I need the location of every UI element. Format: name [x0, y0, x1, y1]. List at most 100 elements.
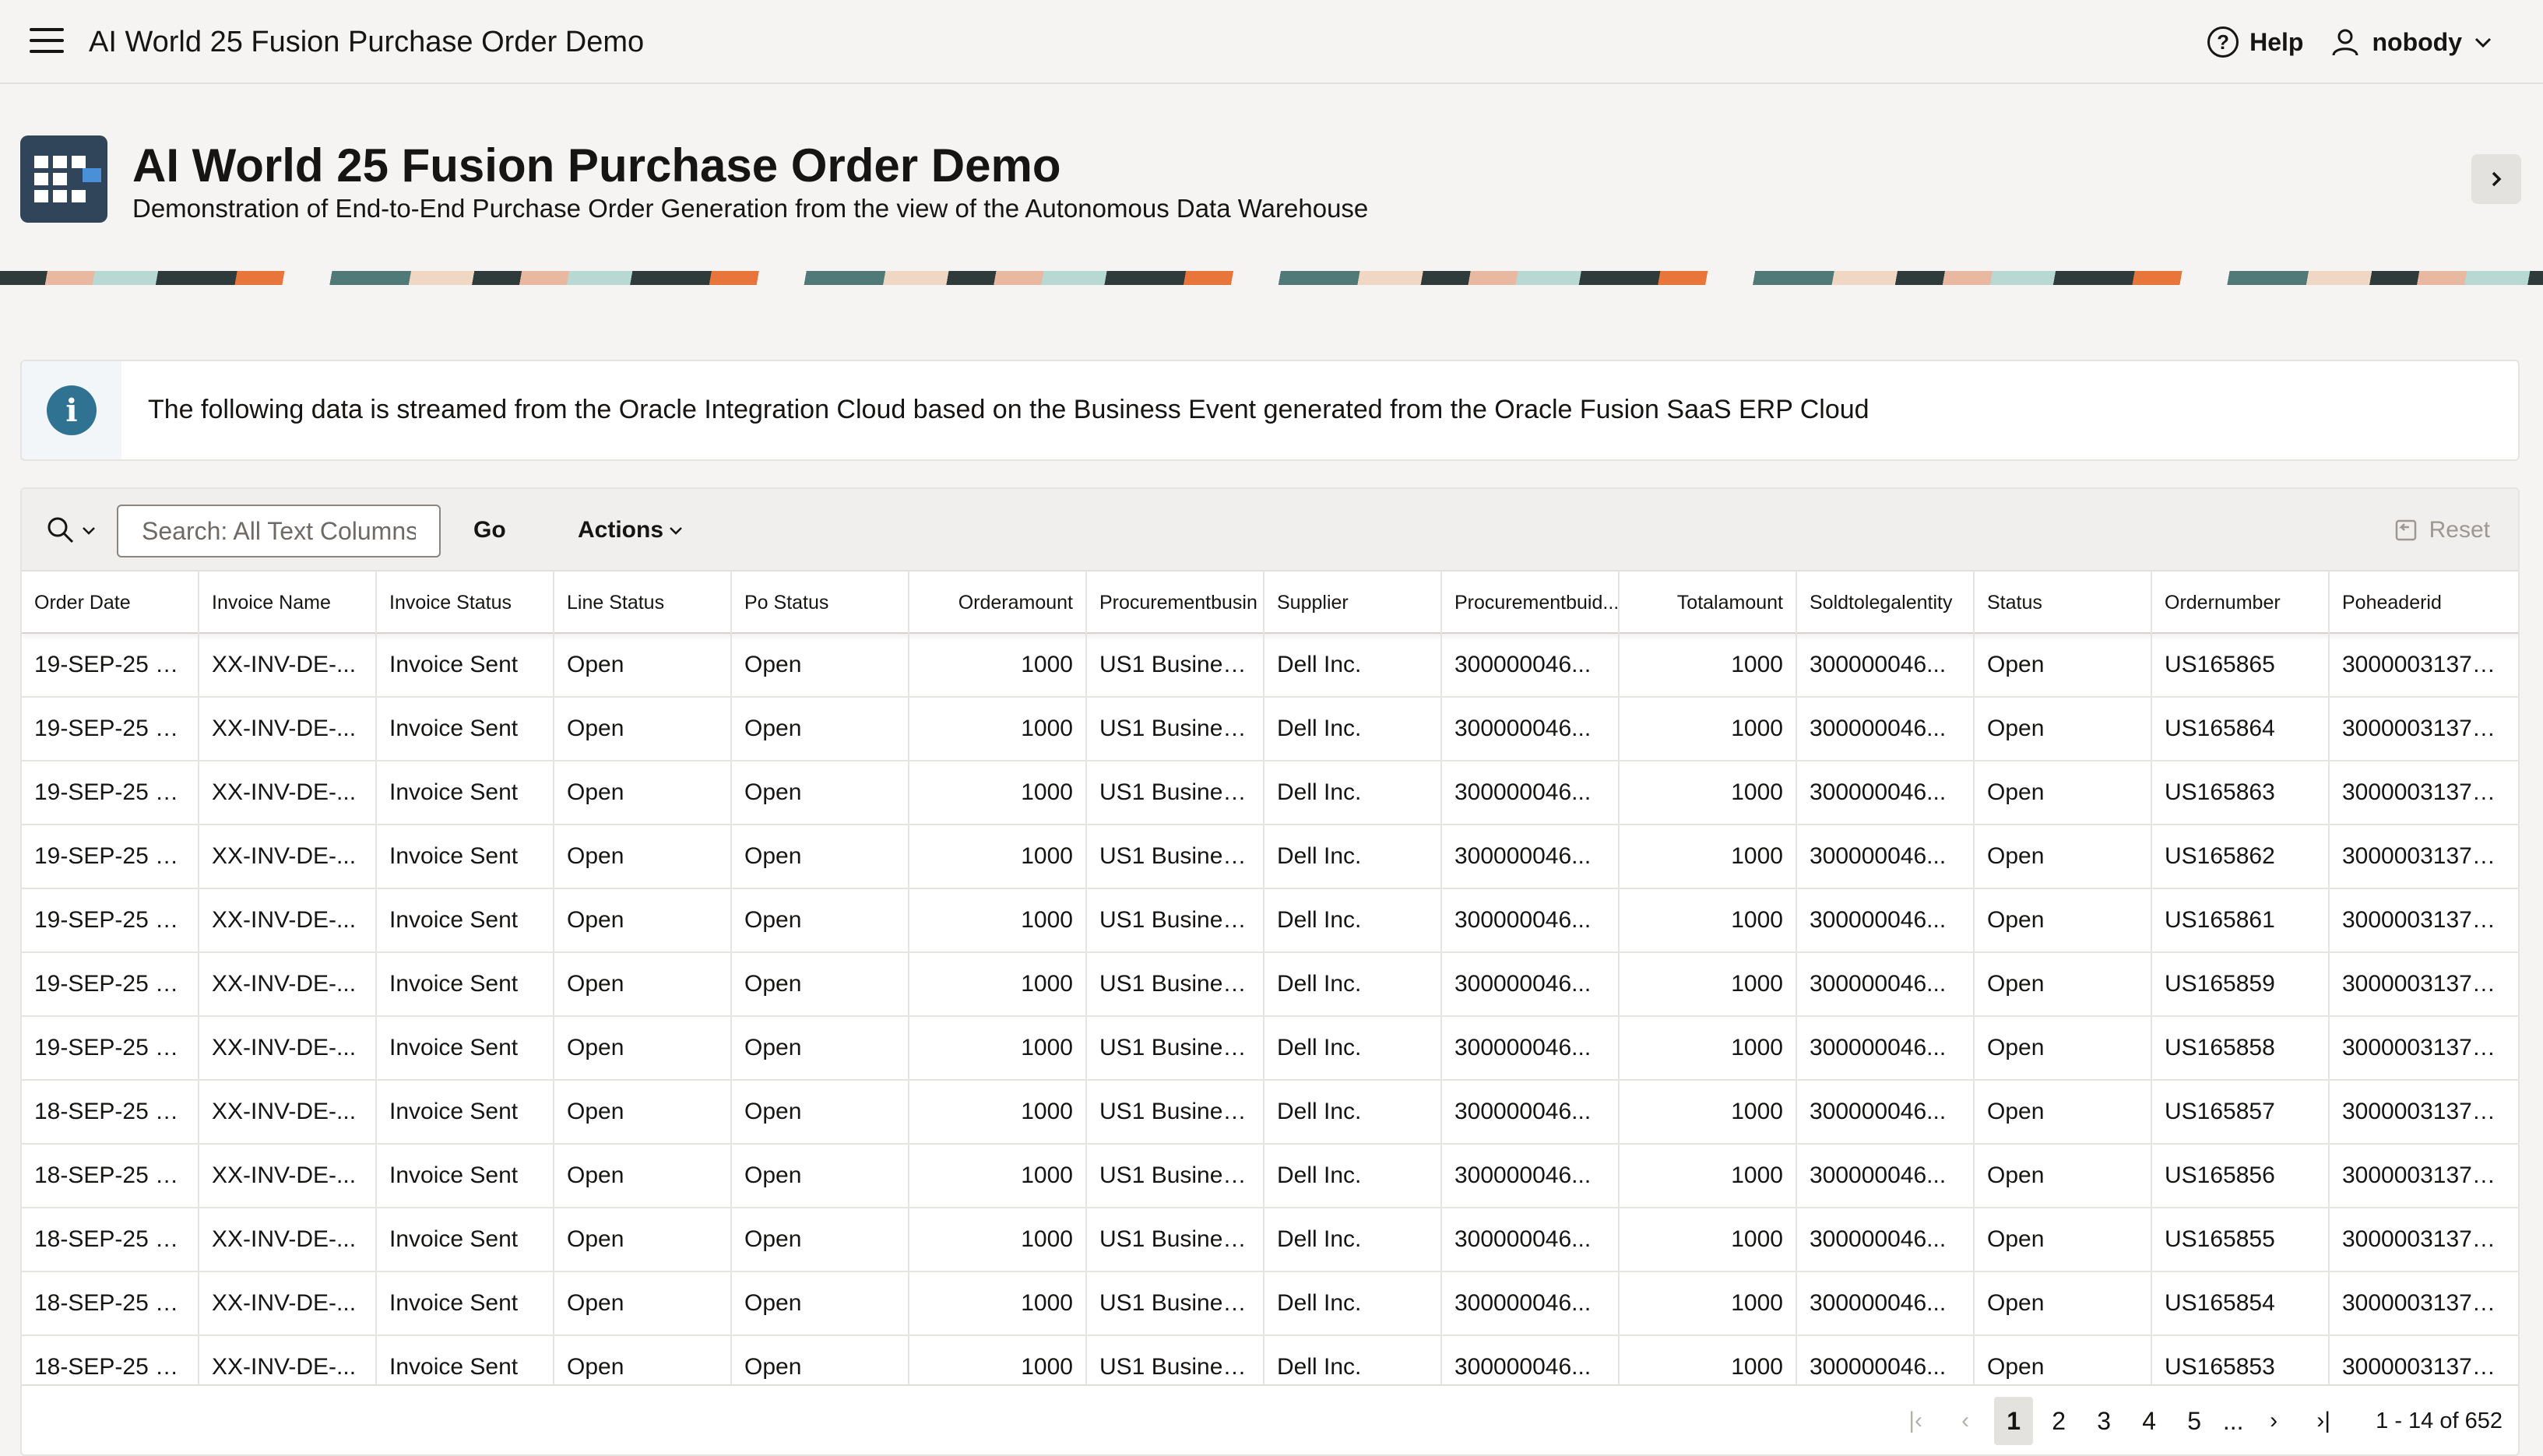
- search-input[interactable]: [117, 505, 441, 557]
- table-cell: 300000313778...: [2330, 1081, 2518, 1143]
- table-cell: Dell Inc.: [1264, 634, 1442, 696]
- column-header[interactable]: Poheaderid: [2330, 571, 2518, 634]
- table-row[interactable]: 18-SEP-25 11.... XX-INV-DE-... Invoice Sen…: [22, 1272, 2518, 1336]
- app-logo-icon: [20, 135, 107, 223]
- table-cell: US1 Business...: [1087, 698, 1264, 760]
- reset-icon: [2395, 519, 2416, 541]
- app-title[interactable]: AI World 25 Fusion Purchase Order Demo: [89, 23, 644, 61]
- column-header[interactable]: Ordernumber: [2152, 571, 2330, 634]
- table-cell: 1000: [1620, 698, 1797, 760]
- table-cell: Dell Inc.: [1264, 1017, 1442, 1079]
- table-cell: US1 Business...: [1087, 1272, 1264, 1335]
- previous-page-icon[interactable]: ‹: [1944, 1408, 1986, 1434]
- column-header[interactable]: Procurementbusin: [1087, 571, 1264, 634]
- table-row[interactable]: 18-SEP-25 11.... XX-INV-DE-... Invoice Sen…: [22, 1081, 2518, 1145]
- table-cell: Invoice Sent: [377, 698, 554, 760]
- column-header[interactable]: Po Status: [732, 571, 909, 634]
- table-row[interactable]: 19-SEP-25 12... XX-INV-DE-... Invoice Sent…: [22, 761, 2518, 825]
- table-row[interactable]: 19-SEP-25 01... XX-INV-DE-... Invoice Sent…: [22, 698, 2518, 761]
- go-button[interactable]: Go: [473, 512, 506, 548]
- table-cell: 1000: [909, 1017, 1087, 1079]
- table-cell: Invoice Sent: [377, 1017, 554, 1079]
- table-cell: Open: [1975, 1272, 2152, 1335]
- table-cell: Open: [554, 634, 732, 696]
- table-cell: 1000: [909, 889, 1087, 951]
- page-button-3[interactable]: 3: [2084, 1397, 2123, 1445]
- table-cell: US165864: [2152, 698, 2330, 760]
- table-row[interactable]: 18-SEP-25 11.... XX-INV-DE-... Invoice Sen…: [22, 1208, 2518, 1272]
- chevron-down-icon: [2474, 37, 2492, 48]
- table-cell: Open: [732, 1081, 909, 1143]
- column-header[interactable]: Order Date: [22, 571, 199, 634]
- expand-panel-button[interactable]: [2471, 154, 2521, 204]
- report-toolbar: Go Actions Reset: [22, 489, 2518, 571]
- info-alert: i The following data is streamed from th…: [20, 360, 2520, 461]
- table-cell: Open: [732, 825, 909, 888]
- table-row[interactable]: 19-SEP-25 01... XX-INV-DE-... Invoice Sent…: [22, 634, 2518, 698]
- table-row[interactable]: 19-SEP-25 12... XX-INV-DE-... Invoice Sent…: [22, 1017, 2518, 1081]
- help-link[interactable]: ? Help: [2207, 26, 2303, 58]
- reset-label: Reset: [2429, 517, 2490, 543]
- table-cell: 18-SEP-25 11....: [22, 1081, 199, 1143]
- table-cell: Open: [554, 698, 732, 760]
- table-cell: 300000046...: [1797, 1272, 1975, 1335]
- table-cell: Invoice Sent: [377, 825, 554, 888]
- page-subtitle: Demonstration of End-to-End Purchase Ord…: [132, 194, 1369, 223]
- table-cell: Dell Inc.: [1264, 825, 1442, 888]
- table-cell: 300000046...: [1442, 1272, 1620, 1335]
- table-cell: 300000046...: [1442, 825, 1620, 888]
- table-cell: US1 Business...: [1087, 889, 1264, 951]
- table-cell: Open: [554, 1272, 732, 1335]
- user-menu[interactable]: nobody: [2330, 26, 2493, 58]
- column-header[interactable]: Invoice Status: [377, 571, 554, 634]
- last-page-icon[interactable]: ›|: [2302, 1408, 2344, 1434]
- table-row[interactable]: 19-SEP-25 12... XX-INV-DE-... Invoice Sent…: [22, 825, 2518, 889]
- table-row[interactable]: 19-SEP-25 12... XX-INV-DE-... Invoice Sent…: [22, 889, 2518, 953]
- table-cell: 300000046...: [1442, 953, 1620, 1015]
- column-header[interactable]: Status: [1975, 571, 2152, 634]
- table-cell: Invoice Sent: [377, 634, 554, 696]
- column-header[interactable]: Supplier: [1264, 571, 1442, 634]
- interactive-report: Go Actions Reset Order DateInvoice NameI…: [20, 487, 2520, 1456]
- page-button-2[interactable]: 2: [2039, 1397, 2078, 1445]
- next-page-icon[interactable]: ›: [2253, 1408, 2295, 1434]
- table-cell: 300000313778...: [2330, 634, 2518, 696]
- table-cell: 300000046...: [1797, 825, 1975, 888]
- column-header[interactable]: Line Status: [554, 571, 732, 634]
- column-header[interactable]: Orderamount: [909, 571, 1087, 634]
- first-page-icon[interactable]: |‹: [1894, 1408, 1936, 1434]
- page-button-5[interactable]: 5: [2175, 1397, 2214, 1445]
- table-cell: Dell Inc.: [1264, 761, 1442, 824]
- hamburger-menu-icon[interactable]: [30, 28, 64, 56]
- table-cell: 19-SEP-25 01...: [22, 634, 199, 696]
- column-header[interactable]: Soldtolegalentity: [1797, 571, 1975, 634]
- table-cell: 1000: [1620, 761, 1797, 824]
- table-cell: 19-SEP-25 12....: [22, 953, 199, 1015]
- table-cell: XX-INV-DE-...: [199, 698, 377, 760]
- table-cell: Open: [1975, 825, 2152, 888]
- table-cell: Open: [1975, 698, 2152, 760]
- table-row[interactable]: 18-SEP-25 11.... XX-INV-DE-... Invoice Sen…: [22, 1145, 2518, 1208]
- table-cell: US165863: [2152, 761, 2330, 824]
- table-cell: Open: [554, 825, 732, 888]
- page-button-4[interactable]: 4: [2130, 1397, 2168, 1445]
- page-button-1[interactable]: 1: [1994, 1397, 2034, 1445]
- grid-header-row: Order Date Invoice Name Invoice Status Line…: [22, 571, 2518, 634]
- info-icon: i: [47, 385, 97, 435]
- actions-menu-button[interactable]: Actions: [578, 512, 684, 548]
- column-header[interactable]: Invoice Name: [199, 571, 377, 634]
- column-header[interactable]: Totalamount: [1620, 571, 1797, 634]
- table-cell: US165861: [2152, 889, 2330, 951]
- table-cell: 1000: [909, 953, 1087, 1015]
- table-cell: US165859: [2152, 953, 2330, 1015]
- table-cell: 1000: [909, 825, 1087, 888]
- search-column-selector[interactable]: [45, 512, 97, 548]
- table-cell: Open: [732, 1272, 909, 1335]
- page-numbers: 12345: [1994, 1397, 2214, 1445]
- user-icon: [2332, 29, 2358, 56]
- reset-button[interactable]: Reset: [2394, 512, 2490, 548]
- column-header[interactable]: Procurementbuid...: [1442, 571, 1620, 634]
- table-cell: Open: [554, 1017, 732, 1079]
- pagination-controls: |‹ ‹ 12345 ... › ›| 1 - 14 of 652: [1894, 1394, 2503, 1448]
- table-row[interactable]: 19-SEP-25 12.... XX-INV-DE-... Invoice Sen…: [22, 953, 2518, 1017]
